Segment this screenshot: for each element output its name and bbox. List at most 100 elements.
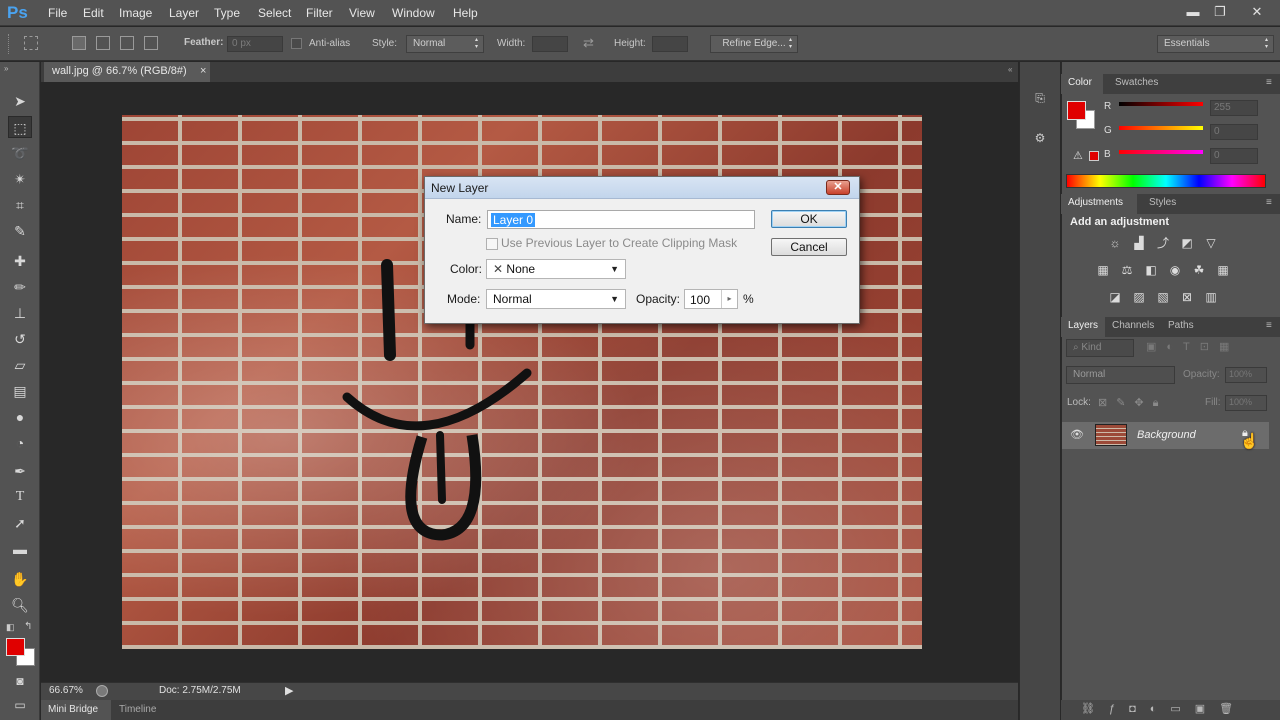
exposure-icon[interactable]: ◩ [1178,235,1196,251]
opacity-arrow-icon[interactable]: ▸ [721,290,737,308]
lock-icons[interactable]: ⊠✎✥🔒︎ [1098,396,1168,410]
eraser-icon[interactable]: ▱ [8,354,32,376]
visibility-eye-icon[interactable]: 👁︎ [1070,428,1084,441]
layer-name-input[interactable]: Layer 0 [487,210,755,229]
brightness-contrast-icon[interactable]: ☼ [1106,235,1124,251]
foreground-color-swatch[interactable] [6,638,25,656]
color-select[interactable]: ✕ None ▼ [486,259,626,279]
tab-timeline[interactable]: Timeline [119,704,156,715]
path-selection-icon[interactable]: ➚ [8,512,32,534]
subtract-selection-icon[interactable] [120,36,134,50]
tab-adjustments[interactable]: Adjustments [1068,197,1123,208]
channel-r-input[interactable]: 255 [1210,100,1258,116]
channel-mixer-icon[interactable]: ☘ [1190,262,1208,278]
tab-styles[interactable]: Styles [1149,197,1176,208]
tab-mini-bridge[interactable]: Mini Bridge [41,700,111,720]
photo-filter-icon[interactable]: ◉ [1166,262,1184,278]
intersect-selection-icon[interactable] [144,36,158,50]
menu-layer[interactable]: Layer [169,6,199,20]
channel-g-slider[interactable] [1119,126,1203,130]
vibrance-icon[interactable]: ▽ [1202,235,1220,251]
history-brush-icon[interactable]: ↺ [8,328,32,350]
swap-colors-icon[interactable]: ↰ [24,621,32,632]
hue-saturation-icon[interactable]: ▦ [1094,262,1112,278]
layer-name[interactable]: Background [1137,429,1196,441]
channel-r-slider[interactable] [1119,102,1203,106]
menu-select[interactable]: Select [258,6,291,20]
document-tab[interactable]: wall.jpg @ 66.7% (RGB/8#) × [44,62,210,82]
restore-icon[interactable]: ❐ [1209,3,1231,21]
tab-color[interactable]: Color [1068,77,1092,88]
tab-layers[interactable]: Layers [1068,320,1098,331]
gamut-swatch[interactable] [1089,151,1099,161]
gamut-warning-icon[interactable]: ⚠ [1073,149,1083,162]
layer-filter-icons[interactable]: ▣◐T⊡▦ [1146,340,1239,353]
channel-b-input[interactable]: 0 [1210,148,1258,164]
workspace-select[interactable]: Essentials [1157,35,1274,53]
color-foreground-swatch[interactable] [1067,101,1086,120]
invert-icon[interactable]: ◪ [1106,289,1124,305]
ok-button[interactable]: OK [771,210,847,228]
rectangle-tool-icon[interactable]: ▬ [8,538,32,560]
dialog-close-button[interactable]: ✕ [826,180,850,195]
panel-menu-icon[interactable]: ≡ [1266,197,1272,208]
color-spectrum-bar[interactable] [1066,174,1266,188]
channel-b-slider[interactable] [1119,150,1203,154]
height-input[interactable] [652,36,688,52]
close-window-icon[interactable]: ✕ [1246,3,1268,21]
move-tool-icon[interactable]: ➤ [8,90,32,112]
status-menu-arrow-icon[interactable]: ▶ [285,684,293,697]
style-select[interactable]: Normal [406,35,484,53]
panel-collapse-icon[interactable]: « [1008,65,1012,74]
blend-mode-select[interactable]: Normal [1066,366,1175,384]
menu-type[interactable]: Type [214,6,240,20]
pen-tool-icon[interactable]: ✒ [8,460,32,482]
magic-wand-icon[interactable]: ✴ [8,168,32,190]
hand-tool-icon[interactable]: ✋ [8,568,32,590]
add-selection-icon[interactable] [96,36,110,50]
type-tool-icon[interactable]: T [8,486,32,508]
selective-color-icon[interactable]: ⊠ [1178,289,1196,305]
feather-input[interactable]: 0 px [227,36,283,52]
menu-file[interactable]: File [48,6,67,20]
tab-swatches[interactable]: Swatches [1115,77,1158,88]
channel-g-input[interactable]: 0 [1210,124,1258,140]
close-tab-icon[interactable]: × [200,65,206,77]
panel-menu-icon[interactable]: ≡ [1266,77,1272,88]
zoom-level[interactable]: 66.67% [49,685,83,696]
status-info-icon[interactable] [96,685,108,697]
collapse-icon[interactable]: » [4,64,8,73]
layer-row-background[interactable]: 👁︎ Background 🔒︎ [1062,422,1269,449]
color-lookup-icon[interactable]: ▦ [1214,262,1232,278]
properties-panel-icon[interactable]: ⚙ [1030,128,1050,148]
layers-footer-icons[interactable]: ⛓ƒ◘◐▭▣🗑︎ [1061,700,1280,720]
antialias-checkbox[interactable] [291,38,302,49]
layer-opacity-input[interactable]: 100% [1225,367,1267,383]
marquee-tool-preset-icon[interactable] [24,36,38,50]
menu-window[interactable]: Window [392,6,435,20]
menu-image[interactable]: Image [119,6,152,20]
menu-view[interactable]: View [349,6,375,20]
clipping-mask-checkbox[interactable] [486,238,498,250]
default-colors-icon[interactable]: ◧ [6,622,15,633]
refine-edge-button[interactable]: Refine Edge... [710,35,798,53]
gradient-map-icon[interactable]: ▥ [1202,289,1220,305]
swap-icon[interactable]: ⇄ [583,35,594,51]
gradient-tool-icon[interactable]: ▤ [8,380,32,402]
layer-filter-kind[interactable]: ⌕ Kind [1066,339,1134,357]
opacity-input[interactable]: 100 ▸ [684,289,738,309]
threshold-icon[interactable]: ▧ [1154,289,1172,305]
menu-edit[interactable]: Edit [83,6,104,20]
history-panel-icon[interactable]: ⎘ [1030,88,1050,108]
tab-paths[interactable]: Paths [1168,320,1194,331]
cancel-button[interactable]: Cancel [771,238,847,256]
zoom-tool-icon[interactable]: 🔍︎ [8,594,32,616]
menu-help[interactable]: Help [453,6,478,20]
new-selection-icon[interactable] [72,36,86,50]
curves-icon[interactable]: ⤴ [1154,235,1172,251]
tab-channels[interactable]: Channels [1112,320,1154,331]
panel-menu-icon[interactable]: ≡ [1266,320,1272,331]
screen-mode-icon[interactable]: ▭ [8,694,32,716]
minimize-icon[interactable]: ▬ [1182,3,1204,21]
mode-select[interactable]: Normal ▼ [486,289,626,309]
